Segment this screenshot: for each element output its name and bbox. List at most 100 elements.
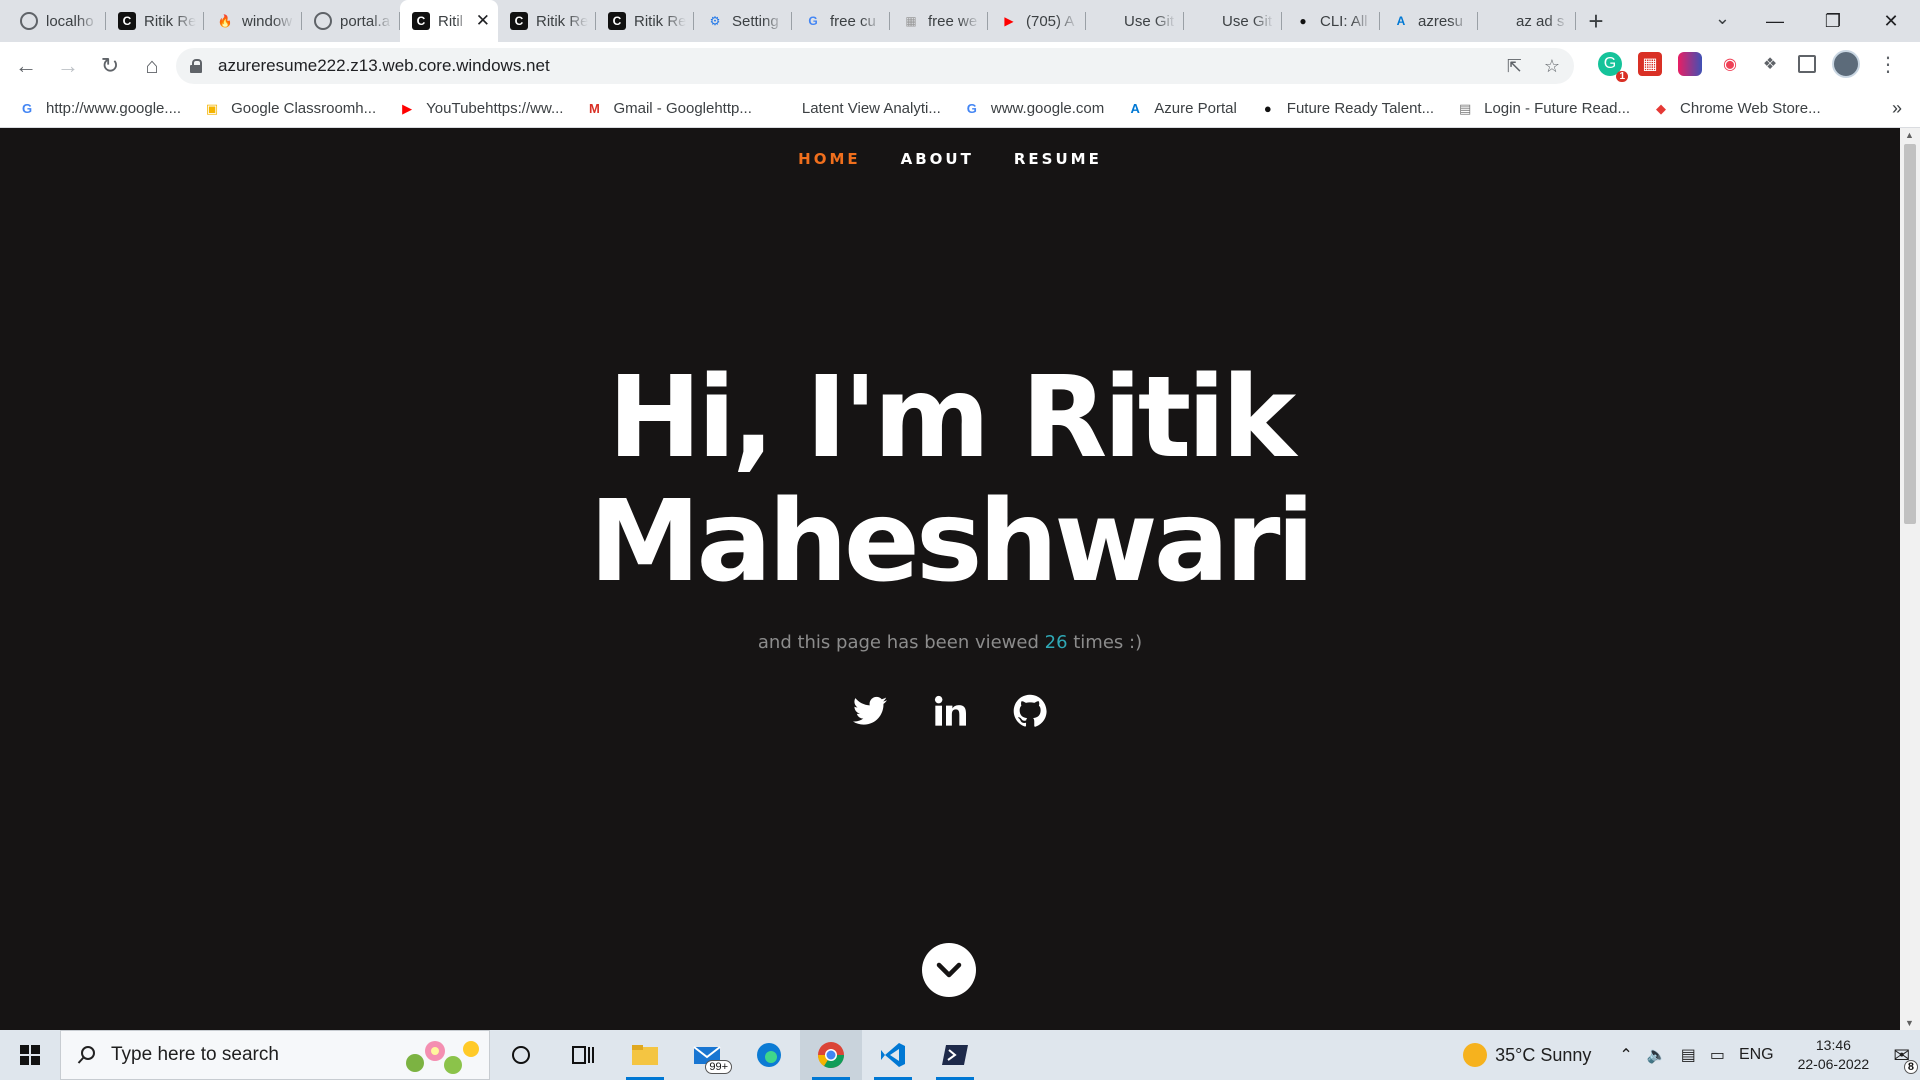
close-window-icon[interactable]: ✕ [1862,0,1920,42]
azure-icon: A [1130,101,1140,116]
tab-label: Ritil [438,12,463,30]
fire-icon: 🔥 [217,14,233,28]
page-scrollbar[interactable]: ▲ ▼ [1900,128,1920,1030]
tab-label: Use Git [1124,12,1175,30]
linkedin-icon[interactable] [933,694,967,728]
tab[interactable]: C Ritik Re [498,0,596,42]
tab[interactable]: portal.a [302,0,400,42]
scroll-down-button[interactable] [922,943,976,997]
mail-badge: 99+ [705,1060,732,1074]
scroll-thumb[interactable] [1904,144,1916,524]
language-indicator[interactable]: ENG [1739,1046,1774,1064]
tab[interactable]: ▦ free we [890,0,988,42]
start-button[interactable] [0,1030,60,1080]
bookmark-item[interactable]: Ghttp://www.google.... [18,100,181,118]
volume-icon[interactable]: 🔈 [1647,1045,1667,1065]
vscode-icon[interactable] [862,1030,924,1080]
profile-avatar[interactable] [1832,50,1860,78]
mail-icon[interactable]: 99+ [676,1030,738,1080]
tab[interactable]: ● CLI: All [1282,0,1380,42]
task-view-icon[interactable] [552,1030,614,1080]
tab[interactable]: ▶ (705) A [988,0,1086,42]
bookmark-item[interactable]: ▤ Login - Future Read... [1456,100,1630,118]
tab[interactable]: C Ritik Re [106,0,204,42]
edge-icon[interactable] [738,1030,800,1080]
chrome-menu-icon[interactable]: ⋮ [1876,52,1900,76]
tab-label: Ritik Re [536,12,588,30]
social-links [0,694,1900,728]
color-extension-icon[interactable] [1678,52,1702,76]
battery-icon[interactable]: ▭ [1710,1045,1725,1065]
tab[interactable]: localho [8,0,106,42]
network-icon[interactable]: ▤ [1681,1045,1696,1065]
bookmark-star-icon[interactable]: ☆ [1544,56,1560,77]
tab-list: localho C Ritik Re 🔥 window portal.a C Ritil ✕ C R… [0,0,1576,42]
github-icon[interactable] [1013,694,1047,728]
chevron-down-icon [936,962,962,978]
reload-icon[interactable]: ↻ [90,46,130,86]
show-hidden-icons-icon[interactable]: ⌃ [1619,1045,1632,1065]
tab[interactable]: ⚙ Setting [694,0,792,42]
bookmark-item[interactable]: M Gmail - Googlehttp... [585,100,752,118]
restore-icon[interactable]: ❐ [1804,0,1862,42]
pdf-extension-icon[interactable]: ▦ [1638,52,1662,76]
tab[interactable]: C Ritik Re [596,0,694,42]
puzzle-extensions-icon[interactable]: ❖ [1758,52,1782,76]
bookmark-item[interactable]: ◆ Chrome Web Store... [1652,100,1821,118]
twitter-icon[interactable] [853,694,887,728]
classroom-icon: ▣ [205,100,219,116]
bookmark-label: Chrome Web Store... [1680,100,1821,117]
tab[interactable]: Aazresu [1380,0,1478,42]
file-explorer-icon[interactable] [614,1030,676,1080]
nav-link-home[interactable]: HOME [798,150,860,168]
grammarly-extension-icon[interactable]: G1 [1598,52,1628,82]
bookmark-item[interactable]: A Azure Portal [1126,100,1237,118]
bookmark-item[interactable]: Latent View Analyti... [774,100,941,118]
bookmark-item[interactable]: Gwww.google.com [963,100,1104,118]
taskbar-search[interactable]: Type here to search [60,1030,490,1080]
tab[interactable]: Use Git [1184,0,1282,42]
forward-icon[interactable]: → [48,46,88,86]
cortana-icon[interactable] [490,1030,552,1080]
github-icon: ● [1299,14,1307,28]
home-icon[interactable]: ⌂ [132,46,172,86]
github-icon: ● [1263,101,1272,116]
scroll-up-arrow-icon[interactable]: ▲ [1905,130,1914,140]
more-bookmarks-icon[interactable]: » [1892,98,1902,119]
tab-search-icon[interactable]: ⌄ [1715,8,1730,29]
tab-label: Setting [732,12,779,30]
chrome-icon[interactable] [800,1030,862,1080]
minimize-icon[interactable]: — [1746,0,1804,42]
back-icon[interactable]: ← [6,46,46,86]
bookmark-item[interactable]: ▣ Google Classroomh... [203,100,376,118]
url-text[interactable]: azureresume222.z13.web.core.windows.net [218,56,550,76]
tab[interactable]: Use Git [1086,0,1184,42]
nav-link-about[interactable]: ABOUT [901,150,974,168]
microsoft-icon [1196,12,1214,30]
microsoft-icon [1490,12,1508,30]
powershell-icon[interactable] [924,1030,986,1080]
close-tab-icon[interactable]: ✕ [476,11,490,31]
tab[interactable]: 🔥 window [204,0,302,42]
weather-widget[interactable]: 35°C Sunny [1463,1043,1591,1067]
bookmark-item[interactable]: ● Future Ready Talent... [1259,100,1434,118]
notification-center-icon[interactable]: ✉ 8 [1893,1043,1918,1074]
clock[interactable]: 13:46 22-06-2022 [1798,1036,1870,1074]
tab[interactable]: az ad s [1478,0,1576,42]
hero-heading: Hi, I'm Ritik Maheshwari [0,356,1900,604]
share-icon[interactable]: ⇱ [1507,56,1522,77]
extension-badge: 1 [1616,71,1628,82]
pocket-extension-icon[interactable]: ◉ [1718,52,1742,76]
search-placeholder[interactable]: Type here to search [111,1044,279,1066]
lock-icon[interactable] [190,59,202,73]
tab-active[interactable]: C Ritil ✕ [400,0,498,42]
side-panel-icon[interactable] [1798,55,1816,73]
bookmark-label: Login - Future Read... [1484,100,1631,117]
new-tab-button[interactable]: + [1576,0,1616,42]
address-bar[interactable]: azureresume222.z13.web.core.windows.net … [176,48,1574,84]
scroll-down-arrow-icon[interactable]: ▼ [1905,1018,1914,1028]
nav-link-resume[interactable]: RESUME [1014,150,1102,168]
tab[interactable]: Gfree cu [792,0,890,42]
google-icon: G [966,101,977,116]
bookmark-item[interactable]: ▶ YouTubehttps://ww... [398,100,563,118]
